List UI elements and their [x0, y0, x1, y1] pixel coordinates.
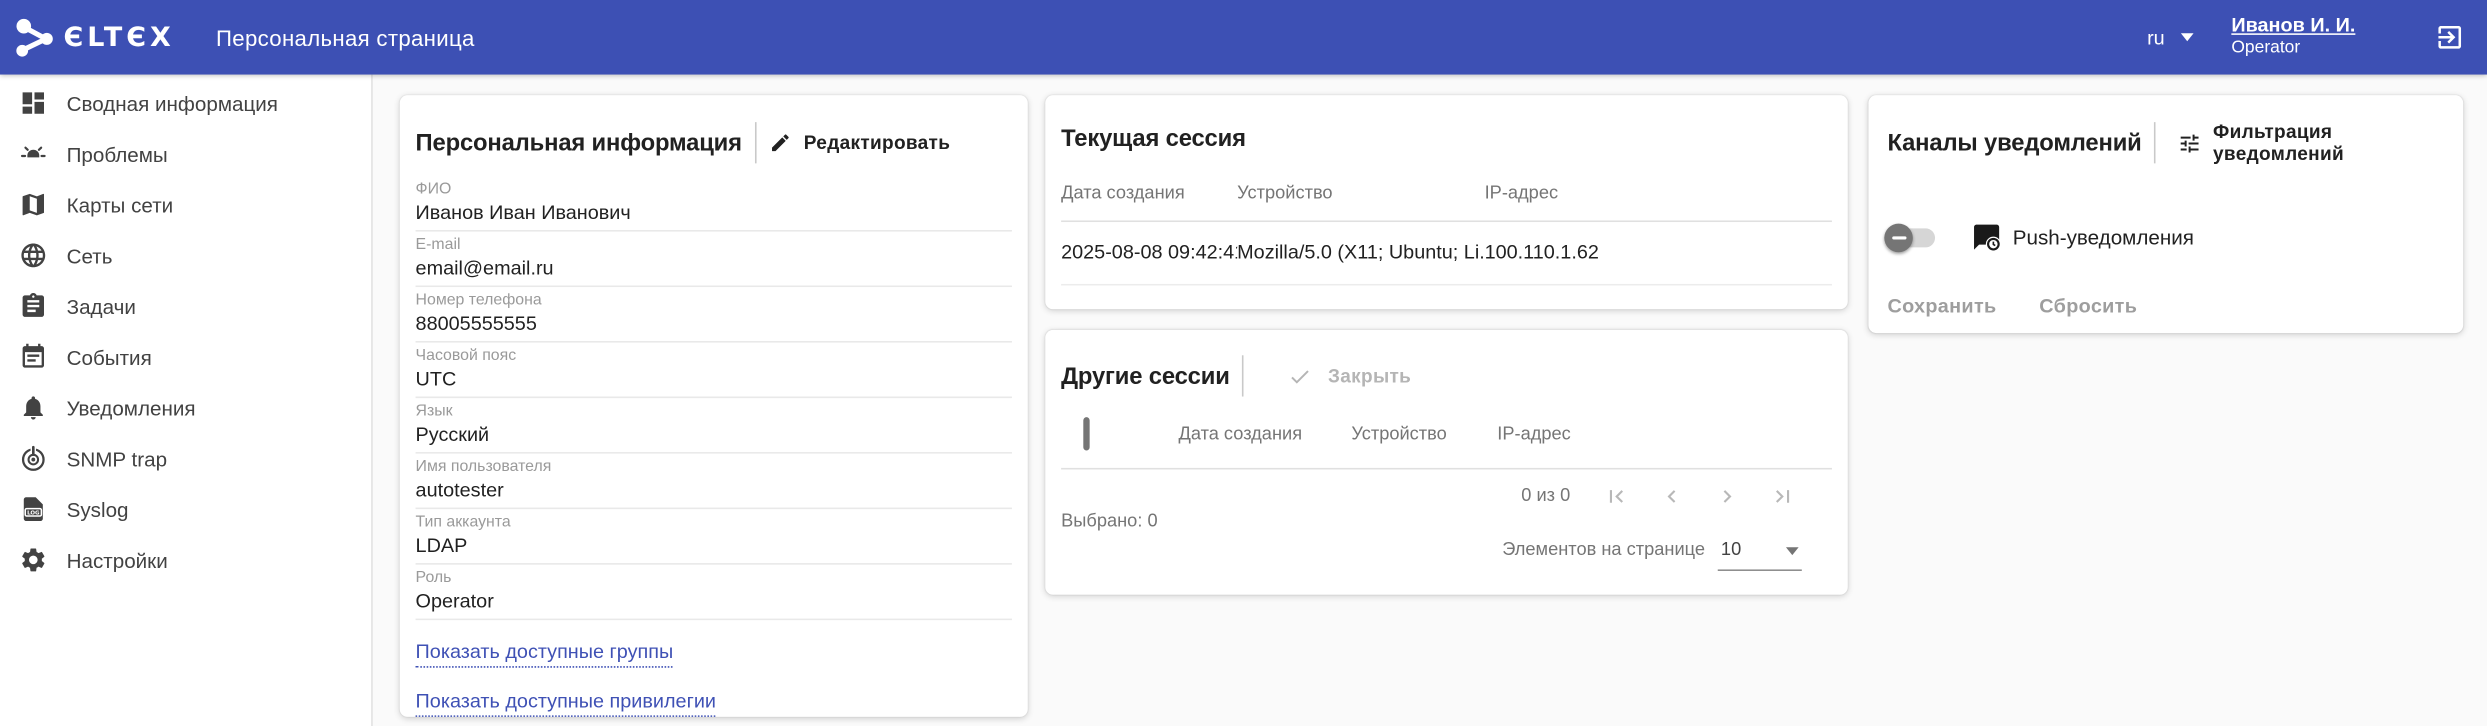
show-privileges-link[interactable]: Показать доступные привилегии: [416, 690, 716, 717]
header-divider: [755, 122, 757, 163]
page-title: Персональная страница: [216, 25, 475, 50]
dashboard-icon: [19, 89, 48, 118]
logout-icon[interactable]: [2435, 22, 2465, 52]
sidebar-item-network-maps[interactable]: Карты сети: [0, 179, 371, 230]
field-fio: ФИО Иванов Иван Иванович: [416, 176, 1012, 232]
bell-icon: [19, 393, 48, 422]
field-timezone: Часовой пояс UTC: [416, 343, 1012, 399]
edit-button[interactable]: Редактировать: [769, 132, 950, 154]
push-notification-icon: [1972, 222, 2002, 252]
eltex-logo[interactable]: ЄLTЄX: [13, 13, 175, 61]
sidebar-item-notifications[interactable]: Уведомления: [0, 382, 371, 433]
sidebar-item-network[interactable]: Сеть: [0, 230, 371, 281]
check-icon: [1288, 364, 1312, 388]
prev-page-icon[interactable]: [1659, 484, 1684, 509]
alarm-icon: [19, 140, 48, 169]
current-session-table-header: Дата создания Устройство IP-адрес: [1061, 184, 1832, 222]
show-groups-link[interactable]: Показать доступные группы: [416, 641, 674, 668]
channels-title: Каналы уведомлений: [1887, 129, 2141, 156]
other-sessions-table-header: Дата создания Устройство IP-адрес: [1061, 420, 1832, 469]
notification-channels-card: Каналы уведомлений Фильтрация уведомлени…: [1868, 95, 2463, 333]
tune-icon: [2178, 131, 2202, 155]
sidebar-item-syslog[interactable]: LOG Syslog: [0, 484, 371, 535]
current-session-card: Текущая сессия Дата создания Устройство …: [1045, 95, 1848, 309]
sidebar-item-events[interactable]: События: [0, 331, 371, 382]
other-sessions-title: Другие сессии: [1061, 362, 1230, 389]
map-icon: [19, 190, 48, 219]
syslog-icon: LOG: [19, 495, 48, 524]
chevron-down-icon: [2181, 33, 2194, 41]
language-value: ru: [2147, 26, 2165, 48]
personal-fields: ФИО Иванов Иван Иванович E-mail email@em…: [416, 176, 1012, 620]
globe-icon: [19, 241, 48, 270]
filter-notifications-button[interactable]: Фильтрация уведомлений: [2178, 121, 2444, 165]
items-per-page-select[interactable]: 10: [1718, 538, 1802, 571]
personal-page: ЄLTЄX Персональная страница ru Иванов И.…: [0, 0, 2487, 726]
field-role: Роль Operator: [416, 565, 1012, 621]
toggle-thumb: [1884, 223, 1913, 252]
items-per-page: Элементов на странице 10: [1502, 538, 1802, 571]
user-menu[interactable]: Иванов И. И. Operator: [2231, 14, 2355, 61]
personal-info-title: Персональная информация: [416, 129, 742, 156]
clipboard-icon: [19, 292, 48, 321]
sidebar-item-summary[interactable]: Сводная информация: [0, 78, 371, 129]
paginator: 0 из 0: [1521, 484, 1795, 509]
items-per-page-label: Элементов на странице: [1502, 541, 1705, 560]
user-role: Operator: [2231, 39, 2355, 61]
user-name-link[interactable]: Иванов И. И.: [2231, 14, 2355, 39]
sidebar-item-tasks[interactable]: Задачи: [0, 281, 371, 332]
field-phone: Номер телефона 88005555555: [416, 287, 1012, 343]
sidebar-item-problems[interactable]: Проблемы: [0, 128, 371, 179]
table-row: 2025-08-08 09:42:41 Mozilla/5.0 (X11; Ub…: [1061, 222, 1832, 285]
personal-info-card: Персональная информация Редактировать ФИ…: [400, 95, 1028, 717]
reset-button[interactable]: Сбросить: [2039, 295, 2137, 317]
first-page-icon[interactable]: [1604, 484, 1629, 509]
svg-text:LOG: LOG: [27, 511, 40, 517]
header-divider: [1242, 355, 1244, 396]
last-page-icon[interactable]: [1770, 484, 1795, 509]
push-notifications-label: Push-уведомления: [2013, 225, 2194, 249]
calendar-icon: [19, 343, 48, 372]
eltex-brand-text: ЄLTЄX: [63, 21, 174, 53]
push-toggle[interactable]: [1887, 228, 1935, 247]
selected-count: Выбрано: 0: [1061, 512, 1158, 531]
field-username: Имя пользователя autotester: [416, 454, 1012, 510]
sidebar-item-snmp-trap[interactable]: SNMP trap: [0, 433, 371, 484]
field-email: E-mail email@email.ru: [416, 232, 1012, 288]
snmp-trap-icon: [19, 444, 48, 473]
top-bar: ЄLTЄX Персональная страница ru Иванов И.…: [0, 0, 2487, 75]
save-button[interactable]: Сохранить: [1887, 295, 1996, 317]
field-language: Язык Русский: [416, 398, 1012, 454]
sidebar-item-settings[interactable]: Настройки: [0, 535, 371, 586]
current-session-title: Текущая сессия: [1061, 95, 1832, 152]
chevron-down-icon: [1786, 546, 1799, 554]
select-all-checkbox[interactable]: [1083, 417, 1089, 450]
close-sessions-button[interactable]: Закрыть: [1288, 364, 1411, 388]
field-account-type: Тип аккаунта LDAP: [416, 509, 1012, 565]
next-page-icon[interactable]: [1715, 484, 1740, 509]
header-divider: [2154, 122, 2156, 163]
eltex-molecule-icon: [13, 13, 56, 61]
pencil-icon: [769, 132, 791, 154]
sidebar: Сводная информация Проблемы Карты сети С…: [0, 75, 373, 726]
language-select[interactable]: ru: [2147, 26, 2193, 48]
range-label: 0 из 0: [1521, 487, 1570, 506]
other-sessions-card: Другие сессии Закрыть Дата создания Устр…: [1045, 330, 1848, 595]
gear-icon: [19, 546, 48, 575]
